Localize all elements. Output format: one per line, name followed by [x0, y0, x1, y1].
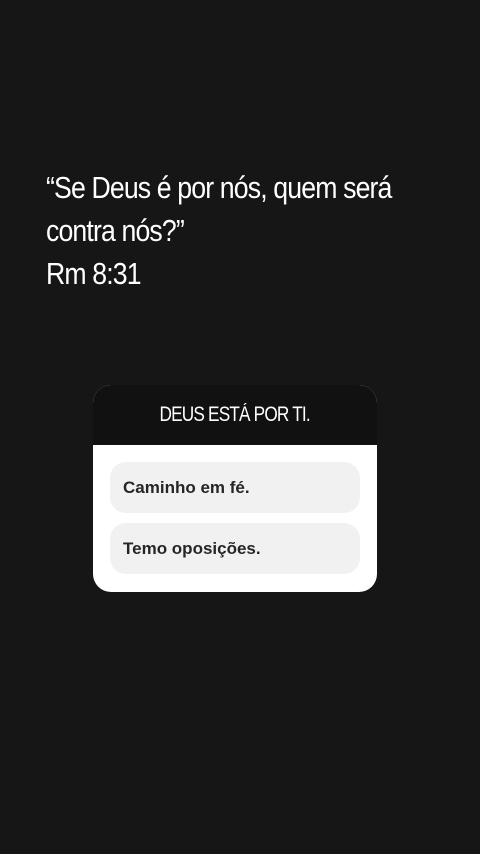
poll-option-1[interactable]: Caminho em fé. — [110, 462, 360, 513]
quote-text: “Se Deus é por nós, quem será contra nós… — [46, 166, 392, 295]
poll-header: DEUS ESTÁ POR TI. — [93, 385, 377, 445]
poll-options: Caminho em fé. Temo oposições. — [93, 445, 377, 574]
quote-line-2: contra nós?” — [46, 213, 185, 248]
quote-line-1: “Se Deus é por nós, quem será — [46, 170, 392, 205]
poll-sticker: DEUS ESTÁ POR TI. Caminho em fé. Temo op… — [93, 385, 377, 592]
poll-question: DEUS ESTÁ POR TI. — [159, 403, 311, 426]
poll-option-label: Caminho em fé. — [123, 477, 250, 497]
poll-option-label: Temo oposições. — [123, 538, 261, 558]
poll-option-2[interactable]: Temo oposições. — [110, 523, 360, 574]
quote-reference: Rm 8:31 — [46, 256, 142, 291]
